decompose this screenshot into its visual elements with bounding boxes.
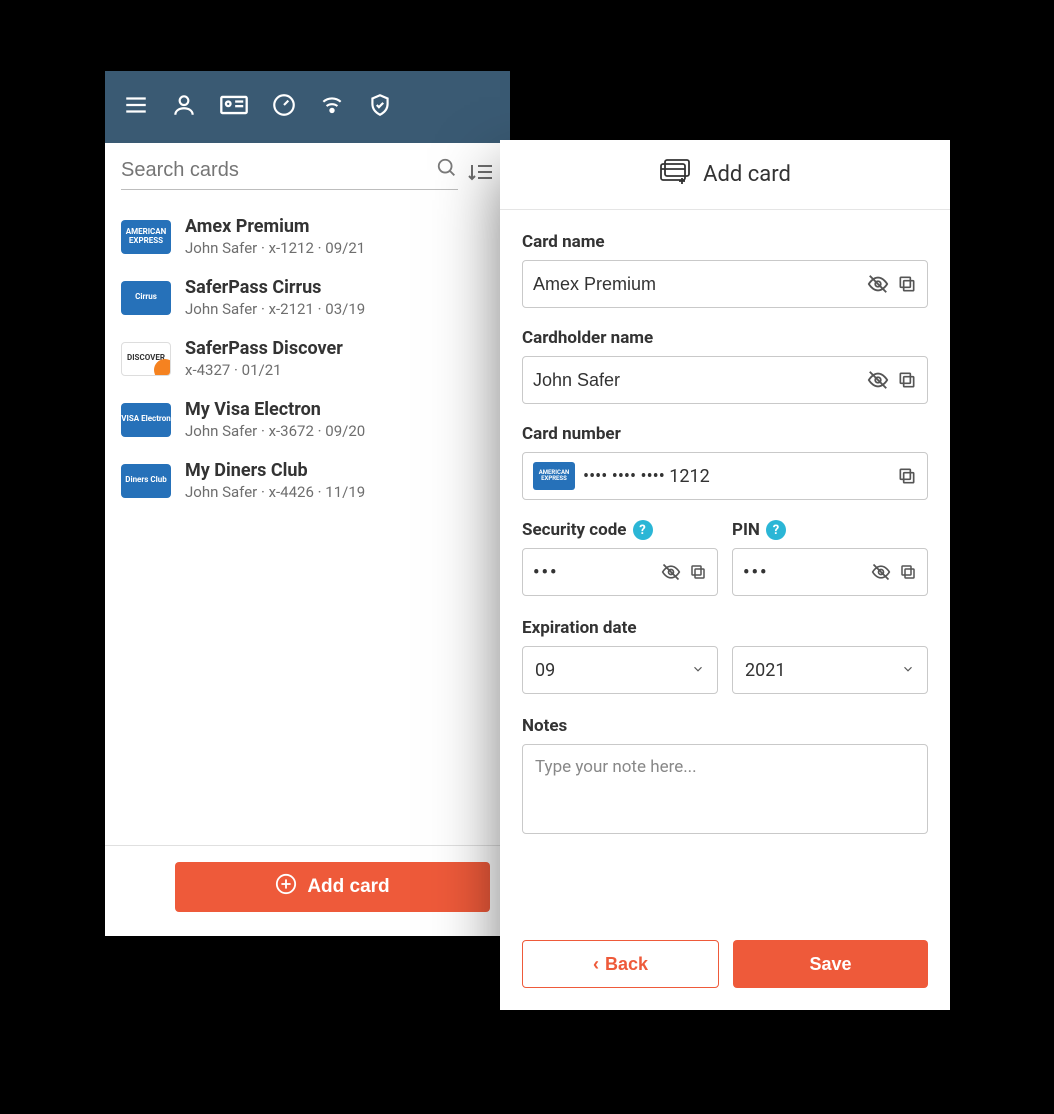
eye-off-icon[interactable] bbox=[867, 369, 889, 391]
pin-value: ••• bbox=[743, 562, 863, 583]
chevron-down-icon bbox=[901, 660, 915, 681]
card-number-label: Card number bbox=[522, 424, 928, 444]
save-button-label: Save bbox=[809, 954, 851, 974]
add-card-panel: Add card Card name Cardholder name Card … bbox=[500, 140, 950, 1010]
pin-field[interactable]: ••• bbox=[732, 548, 928, 596]
card-number-value: •••• •••• •••• 1212 bbox=[583, 466, 889, 487]
card-item-title: My Diners Club bbox=[185, 460, 365, 481]
eye-off-icon[interactable] bbox=[871, 562, 891, 582]
topbar bbox=[105, 71, 510, 143]
sort-icon[interactable] bbox=[468, 161, 494, 187]
chevron-left-icon: ‹ bbox=[593, 954, 599, 975]
save-button[interactable]: Save bbox=[733, 940, 928, 988]
card-item[interactable]: DISCOVER SaferPass Discover x-4327 · 01/21 bbox=[105, 328, 510, 389]
bottom-bar: Add card bbox=[105, 845, 510, 936]
back-button[interactable]: ‹ Back bbox=[522, 940, 719, 988]
form-body: Card name Cardholder name Card number AM… bbox=[500, 210, 950, 924]
card-brand-icon: DISCOVER bbox=[121, 342, 171, 376]
copy-icon[interactable] bbox=[897, 370, 917, 390]
search-wrap bbox=[121, 157, 458, 190]
wifi-icon[interactable] bbox=[319, 92, 345, 122]
card-brand-icon: Cirrus bbox=[121, 281, 171, 315]
cardholder-input[interactable] bbox=[533, 370, 859, 391]
card-list: AMERICAN EXPRESS Amex Premium John Safer ·… bbox=[105, 196, 510, 845]
card-item-title: My Visa Electron bbox=[185, 399, 365, 420]
card-item-title: SaferPass Discover bbox=[185, 338, 343, 359]
help-icon[interactable]: ? bbox=[633, 520, 653, 540]
back-button-label: Back bbox=[605, 954, 648, 975]
copy-icon[interactable] bbox=[689, 563, 707, 581]
copy-icon[interactable] bbox=[897, 274, 917, 294]
form-header-title: Add card bbox=[703, 162, 791, 187]
exp-month-select[interactable]: 09 bbox=[522, 646, 718, 694]
card-item-subtitle: x-4327 · 01/21 bbox=[185, 361, 343, 379]
pin-label: PIN ? bbox=[732, 520, 928, 540]
plus-circle-icon bbox=[275, 873, 297, 901]
search-input[interactable] bbox=[121, 159, 436, 182]
card-name-input[interactable] bbox=[533, 274, 859, 295]
add-card-button[interactable]: Add card bbox=[175, 862, 490, 912]
add-card-header-icon bbox=[659, 159, 691, 191]
card-brand-icon: AMERICAN EXPRESS bbox=[533, 462, 575, 490]
card-item-title: SaferPass Cirrus bbox=[185, 277, 365, 298]
card-brand-icon: AMERICAN EXPRESS bbox=[121, 220, 171, 254]
card-item-subtitle: John Safer · x-1212 · 09/21 bbox=[185, 239, 365, 257]
card-name-field[interactable] bbox=[522, 260, 928, 308]
profile-icon[interactable] bbox=[171, 92, 197, 122]
card-item-subtitle: John Safer · x-4426 · 11/19 bbox=[185, 483, 365, 501]
search-icon[interactable] bbox=[436, 157, 458, 183]
security-code-value: ••• bbox=[533, 562, 653, 583]
form-header: Add card bbox=[500, 140, 950, 210]
notes-label: Notes bbox=[522, 716, 928, 736]
copy-icon[interactable] bbox=[897, 466, 917, 486]
cards-list-panel: AMERICAN EXPRESS Amex Premium John Safer ·… bbox=[105, 71, 510, 936]
security-code-field[interactable]: ••• bbox=[522, 548, 718, 596]
chevron-down-icon bbox=[691, 660, 705, 681]
card-item[interactable]: VISA Electron My Visa Electron John Safer … bbox=[105, 389, 510, 450]
card-name-label: Card name bbox=[522, 232, 928, 252]
card-item-subtitle: John Safer · x-2121 · 03/19 bbox=[185, 300, 365, 318]
exp-year-value: 2021 bbox=[745, 660, 785, 681]
search-row bbox=[105, 143, 510, 196]
expiration-label: Expiration date bbox=[522, 618, 928, 638]
menu-icon[interactable] bbox=[123, 92, 149, 122]
card-brand-icon: VISA Electron bbox=[121, 403, 171, 437]
card-item-title: Amex Premium bbox=[185, 216, 365, 237]
card-item[interactable]: Diners Club My Diners Club John Safer · x-… bbox=[105, 450, 510, 511]
help-icon[interactable]: ? bbox=[766, 520, 786, 540]
cardholder-label: Cardholder name bbox=[522, 328, 928, 348]
copy-icon[interactable] bbox=[899, 563, 917, 581]
cardholder-field[interactable] bbox=[522, 356, 928, 404]
eye-off-icon[interactable] bbox=[867, 273, 889, 295]
security-code-label: Security code ? bbox=[522, 520, 718, 540]
card-item[interactable]: Cirrus SaferPass Cirrus John Safer · x-212… bbox=[105, 267, 510, 328]
card-item-subtitle: John Safer · x-3672 · 09/20 bbox=[185, 422, 365, 440]
id-card-icon[interactable] bbox=[219, 92, 249, 122]
card-item[interactable]: AMERICAN EXPRESS Amex Premium John Safer ·… bbox=[105, 206, 510, 267]
card-brand-icon: Diners Club bbox=[121, 464, 171, 498]
card-number-field[interactable]: AMERICAN EXPRESS •••• •••• •••• 1212 bbox=[522, 452, 928, 500]
gauge-icon[interactable] bbox=[271, 92, 297, 122]
form-footer: ‹ Back Save bbox=[500, 924, 950, 1010]
add-card-button-label: Add card bbox=[307, 876, 389, 898]
notes-textarea[interactable]: Type your note here... bbox=[522, 744, 928, 834]
exp-year-select[interactable]: 2021 bbox=[732, 646, 928, 694]
shield-icon[interactable] bbox=[367, 92, 393, 122]
eye-off-icon[interactable] bbox=[661, 562, 681, 582]
exp-month-value: 09 bbox=[535, 660, 555, 681]
